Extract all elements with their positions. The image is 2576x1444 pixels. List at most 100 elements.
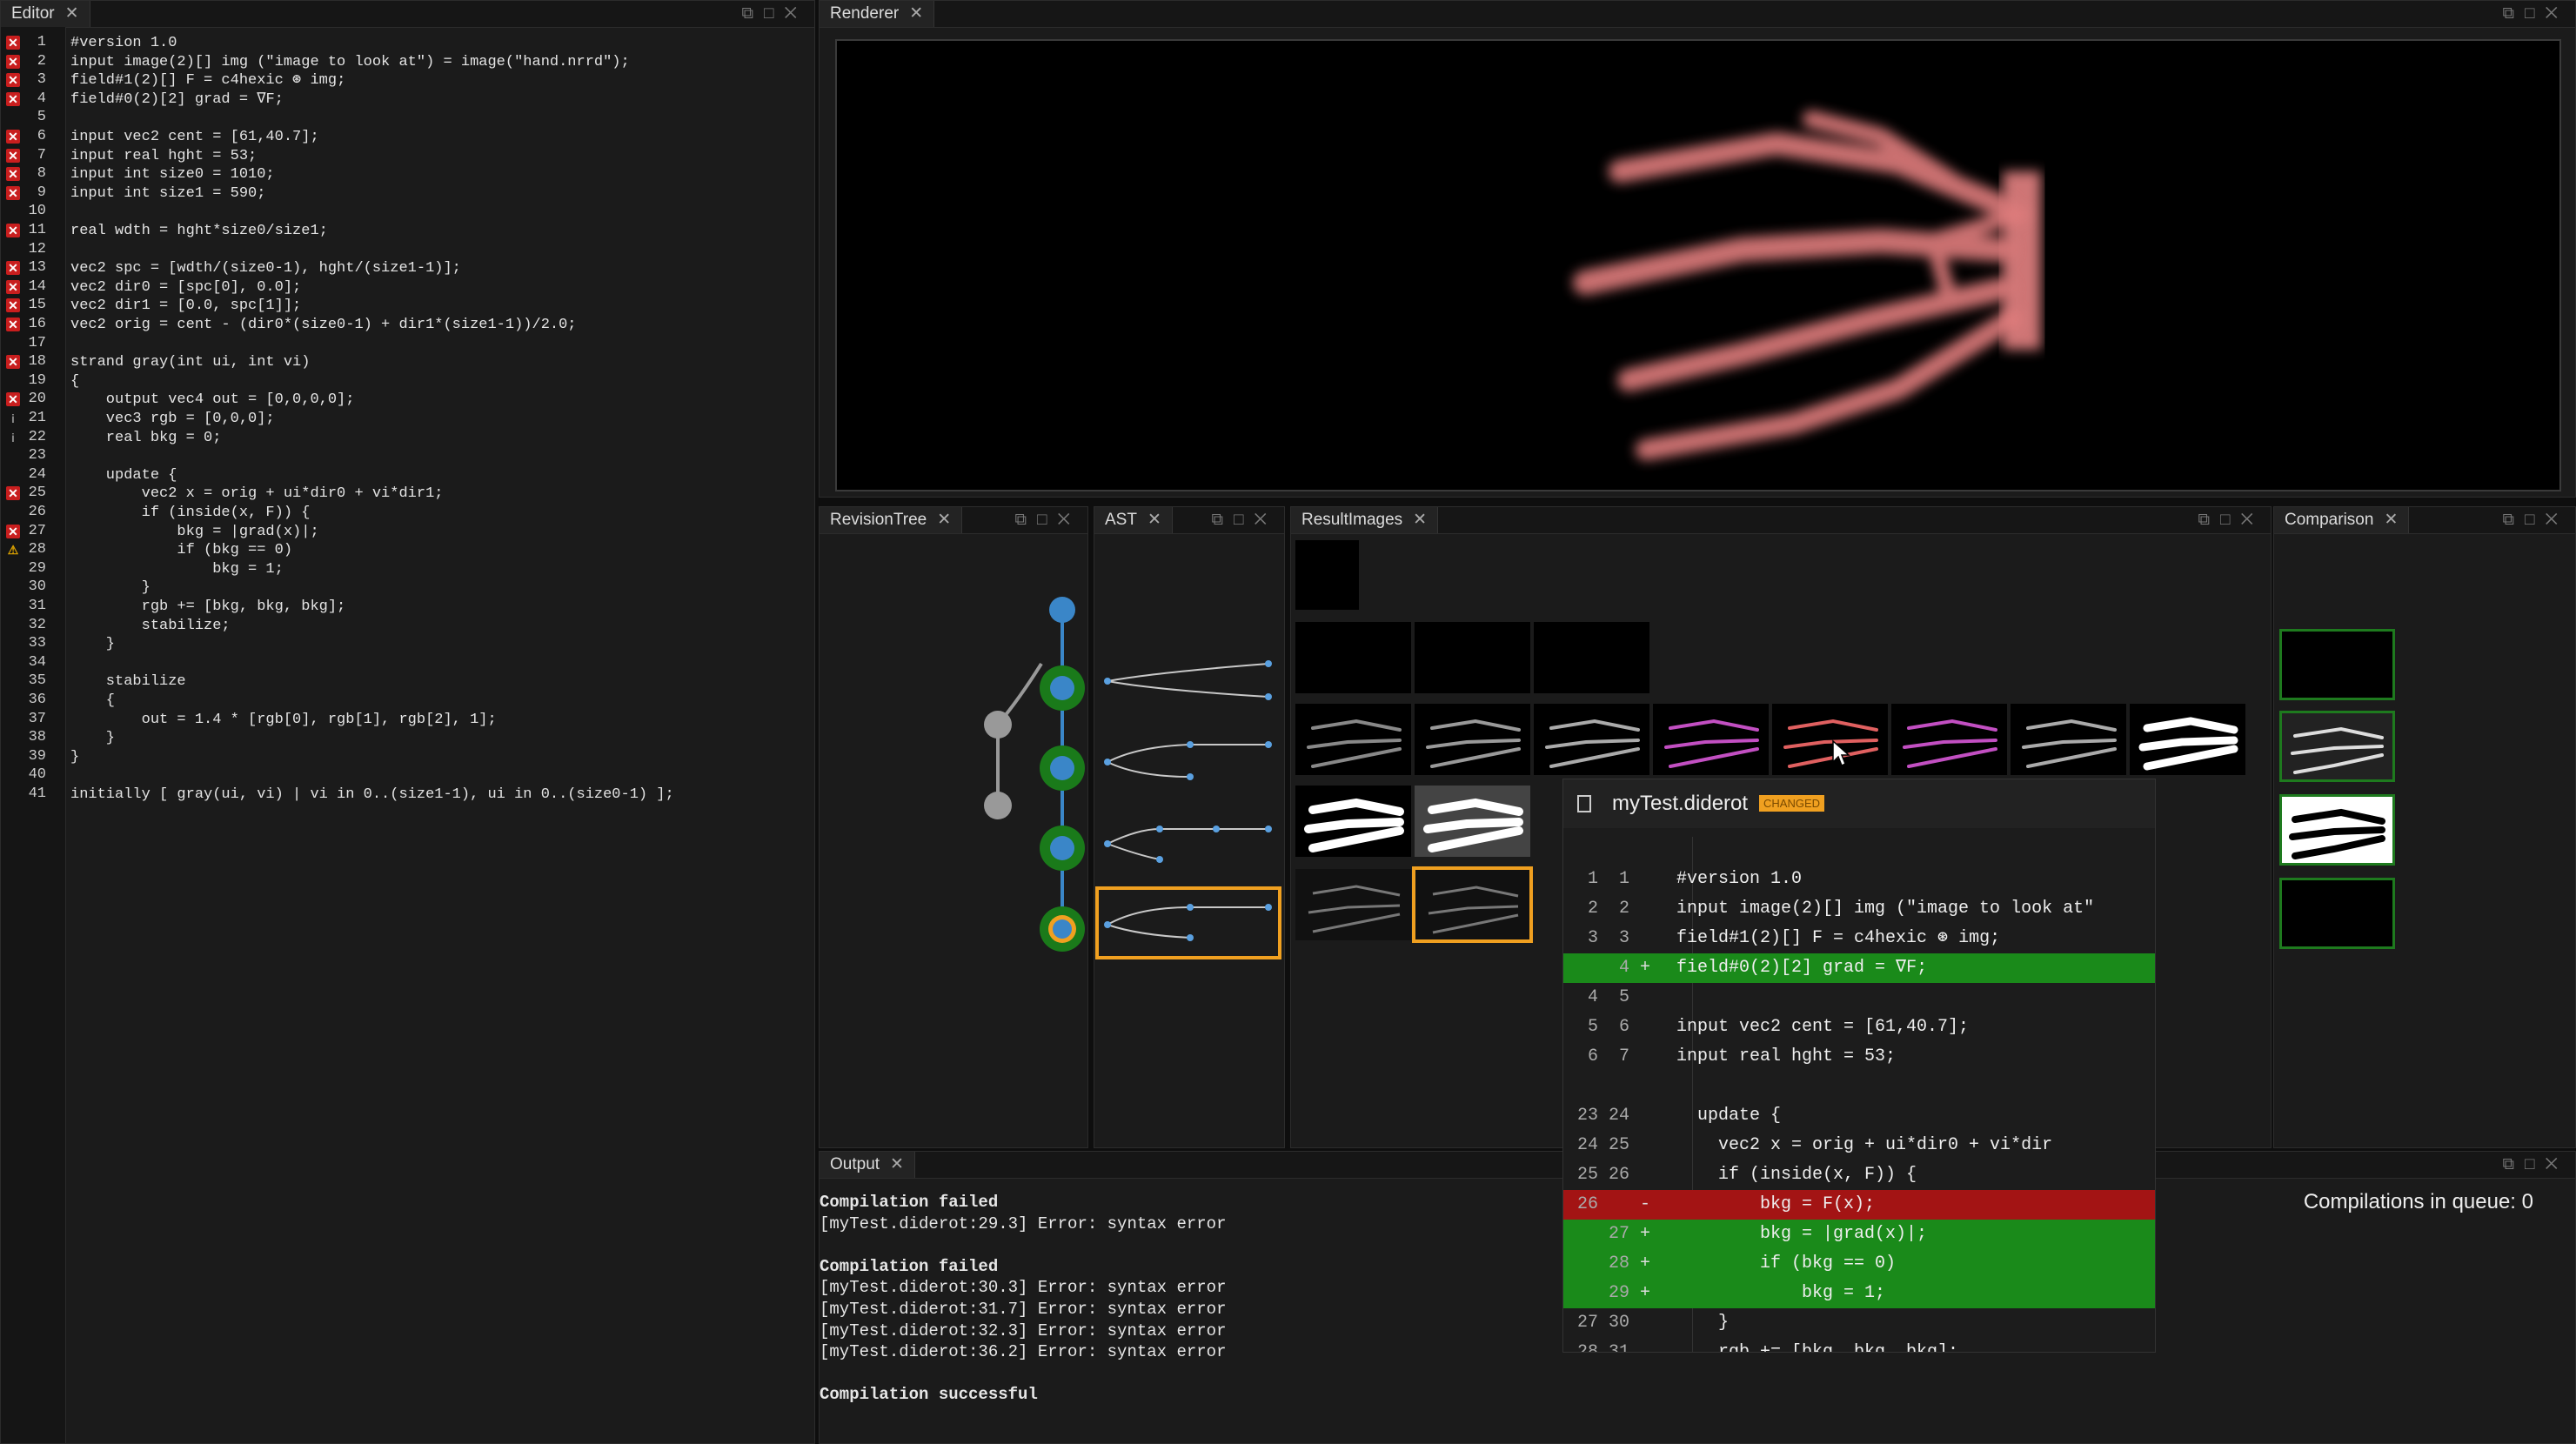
result-thumbnail[interactable] <box>1415 786 1530 857</box>
diff-text: bkg = |grad(x)|; <box>1676 1224 1928 1244</box>
renderer-tabbar: Renderer ✕ ⧉□✕ <box>820 1 2575 28</box>
code-line: input vec2 cent = [61,40.7]; <box>70 129 319 145</box>
new-line-number: 24 <box>1608 1106 1629 1126</box>
revision-graph[interactable] <box>820 533 1088 1142</box>
tab-comparison[interactable]: Comparison ✕ <box>2274 507 2410 533</box>
changed-badge: CHANGED <box>1759 795 1825 812</box>
diff-text: if (inside(x, F)) { <box>1676 1165 1917 1185</box>
new-line-number: 31 <box>1608 1342 1629 1353</box>
renderer-panel: Renderer ✕ ⧉□✕ <box>819 0 2576 498</box>
output-line: [myTest.diderot:29.3] Error: syntax erro… <box>820 1213 1227 1233</box>
close-icon[interactable]: ✕ <box>1413 511 1427 529</box>
code-line: rgb += [bkg, bkg, bkg]; <box>70 598 346 615</box>
diff-text: input real hght = 53; <box>1676 1046 1897 1066</box>
code-line: bkg = 1; <box>70 560 284 578</box>
comparison-thumbnail[interactable] <box>2279 629 2395 700</box>
tab-label: Renderer <box>830 4 900 23</box>
result-thumbnail[interactable] <box>1295 540 1359 610</box>
result-thumbnail[interactable] <box>1534 704 1649 775</box>
code-line: } <box>70 730 116 747</box>
comparison-thumbnail[interactable] <box>2279 711 2395 782</box>
diff-line: 2 2 input image(2)[] img ("image to look a… <box>1563 894 2155 924</box>
window-controls[interactable]: ⧉□✕ <box>1211 507 1277 533</box>
result-thumbnail[interactable] <box>1772 704 1888 775</box>
code-line: vec2 orig = cent - (dir0*(size0-1) + dir… <box>70 317 577 333</box>
result-thumbnail[interactable] <box>1295 704 1411 775</box>
code-line: vec2 x = orig + ui*dir0 + vi*dir1; <box>70 485 444 503</box>
diff-sign: + <box>1640 1253 1651 1274</box>
result-thumbnail[interactable] <box>1295 622 1411 693</box>
code-line: if (bkg == 0) <box>70 542 293 559</box>
code-line: input int size0 = 1010; <box>70 166 275 184</box>
close-icon[interactable]: ✕ <box>1147 511 1161 529</box>
code-line: output vec4 out = [0,0,0,0]; <box>70 391 355 409</box>
code-line: real bkg = 0; <box>70 429 222 446</box>
tab-revision-tree[interactable]: RevisionTree ✕ <box>820 507 963 533</box>
tab-ast[interactable]: AST ✕ <box>1094 507 1173 533</box>
window-controls[interactable]: ⧉□✕ <box>741 1 807 27</box>
result-thumbnail[interactable] <box>1415 622 1530 693</box>
close-icon[interactable]: ✕ <box>890 1155 904 1173</box>
result-thumbnail[interactable] <box>1891 704 2007 775</box>
output-line: Compilation failed <box>820 1193 999 1212</box>
old-line-number: 2 <box>1587 899 1598 919</box>
output-line: [myTest.diderot:36.2] Error: syntax erro… <box>820 1342 1227 1362</box>
window-controls[interactable]: ⧉□✕ <box>2502 1 2568 27</box>
old-line-number: 28 <box>1576 1342 1598 1353</box>
tab-label: AST <box>1105 511 1137 529</box>
result-thumbnail[interactable] <box>1295 869 1411 940</box>
window-controls[interactable]: ⧉□✕ <box>2502 1152 2568 1178</box>
diff-text: bkg = F(x); <box>1676 1194 1876 1214</box>
new-line-number: 26 <box>1608 1165 1629 1185</box>
window-controls[interactable]: ⧉□✕ <box>2198 507 2264 533</box>
render-canvas[interactable] <box>835 39 2561 491</box>
result-thumbnail[interactable] <box>1415 704 1530 775</box>
close-icon[interactable]: ✕ <box>2384 511 2398 529</box>
result-thumbnail[interactable] <box>1534 622 1649 693</box>
result-thumbnail[interactable] <box>2011 704 2126 775</box>
old-line-number: 24 <box>1576 1135 1598 1155</box>
window-controls[interactable]: ⧉□✕ <box>2502 507 2568 533</box>
tab-editor[interactable]: Editor ✕ <box>1 1 90 27</box>
editor-code-area[interactable]: #version 1.0 input image(2)[] img ("image… <box>1 27 814 1443</box>
diff-line <box>1563 1072 2155 1101</box>
result-images-tabbar: ResultImages ✕ ⧉□✕ <box>1291 507 2271 534</box>
revision-tree-panel: RevisionTree ✕ ⧉□✕ <box>819 506 1088 1148</box>
new-line-number: 1 <box>1618 869 1629 889</box>
close-icon[interactable]: ✕ <box>909 4 923 23</box>
diff-line-added: 28 + if (bkg == 0) <box>1563 1249 2155 1279</box>
comparison-thumbnail[interactable] <box>2279 794 2395 866</box>
diff-line: 27 30 } <box>1563 1308 2155 1338</box>
code-line: input int size1 = 590; <box>70 184 266 202</box>
result-thumbnail[interactable] <box>1653 704 1769 775</box>
diff-text: if (bkg == 0) <box>1676 1253 1897 1274</box>
diff-popup[interactable]: myTest.diderot CHANGED 1 1 #version 1.0 2 2 i… <box>1562 779 2156 1353</box>
tab-label: ResultImages <box>1301 511 1403 529</box>
compilation-queue-status: Compilations in queue: 0 <box>2303 1190 2533 1213</box>
tab-renderer[interactable]: Renderer ✕ <box>820 1 935 27</box>
result-thumbnail[interactable] <box>1295 786 1411 857</box>
diff-text: #version 1.0 <box>1676 869 1803 889</box>
close-icon[interactable]: ✕ <box>65 4 79 23</box>
result-thumbnail[interactable] <box>2130 704 2245 775</box>
comparison-thumbnail[interactable] <box>2279 878 2395 949</box>
diff-rows: 1 1 #version 1.0 2 2 input image(2)[] img ("i… <box>1563 865 2155 1352</box>
ast-selected-frame <box>1095 886 1281 959</box>
code-line: vec3 rgb = [0,0,0]; <box>70 411 275 427</box>
window-controls[interactable]: ⧉□✕ <box>1014 507 1081 533</box>
tab-output[interactable]: Output ✕ <box>820 1152 915 1178</box>
new-line-number: 7 <box>1618 1046 1629 1066</box>
revision-node <box>984 792 1012 819</box>
tab-label: Output <box>830 1155 880 1173</box>
code-line: initially [ gray(ui, vi) | vi in 0..(siz… <box>70 786 674 803</box>
result-thumbnail-selected[interactable] <box>1412 866 1533 943</box>
diff-header: myTest.diderot CHANGED <box>1563 779 2155 828</box>
tab-result-images[interactable]: ResultImages ✕ <box>1291 507 1439 533</box>
close-icon[interactable]: ✕ <box>937 511 951 529</box>
tab-label: Comparison <box>2285 511 2374 529</box>
code-line: real wdth = hght*size0/size1; <box>70 223 328 239</box>
output-line: [myTest.diderot:31.7] Error: syntax erro… <box>820 1300 1227 1319</box>
diff-text: field#0(2)[2] grad = ∇F; <box>1676 958 1928 978</box>
ast-thumbnails[interactable] <box>1094 533 1285 1142</box>
diff-sign: + <box>1640 1283 1651 1303</box>
